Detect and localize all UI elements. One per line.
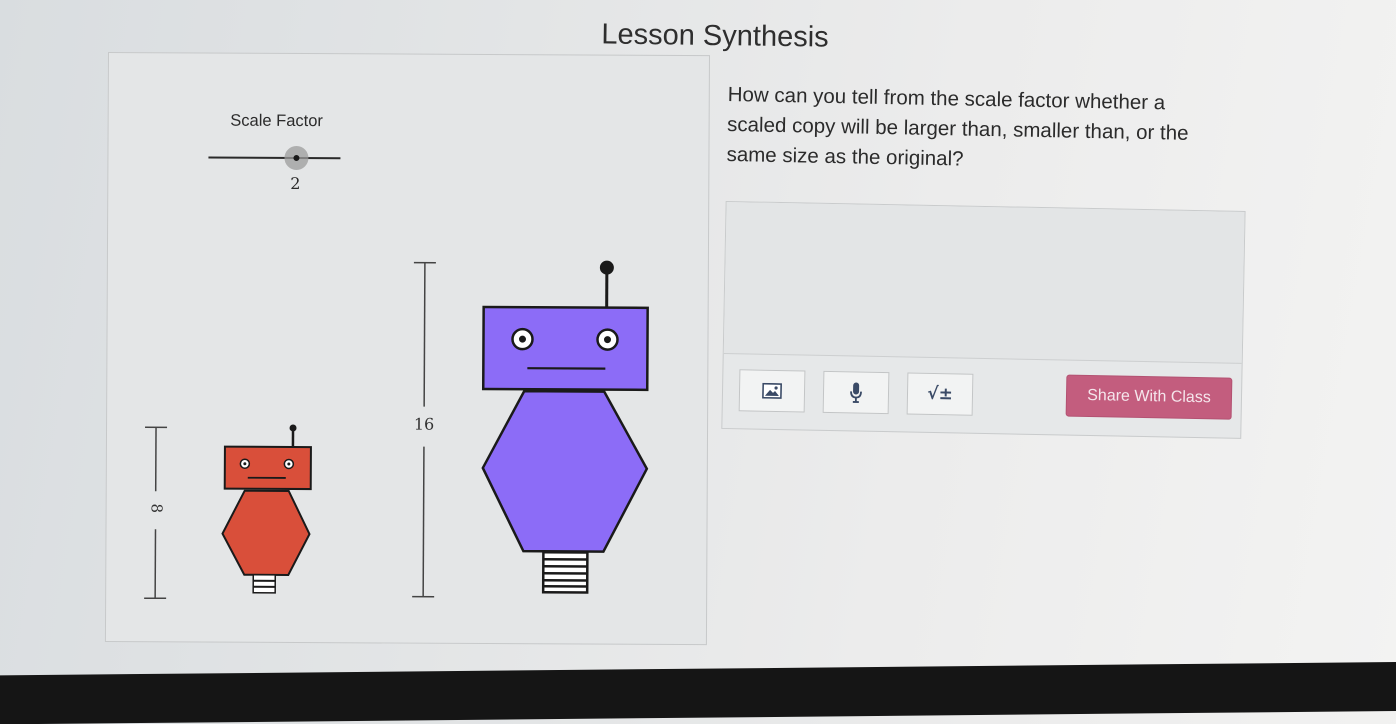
math-icon: √±	[927, 384, 953, 404]
voice-input-button[interactable]	[823, 371, 890, 414]
image-icon	[762, 383, 782, 399]
slider-track[interactable]	[208, 158, 340, 159]
graph-canvas: Scale Factor 2 8 16	[106, 53, 711, 646]
response-input[interactable]	[724, 202, 1245, 364]
question-prompt: How can you tell from the scale factor w…	[726, 80, 1228, 180]
slider-value: 2	[290, 174, 300, 193]
large-height-line-bottom	[423, 447, 424, 597]
original-robot	[222, 424, 311, 593]
share-with-class-button[interactable]: Share With Class	[1066, 375, 1233, 420]
small-height-label: 8	[148, 503, 166, 513]
screen-bezel	[0, 662, 1396, 724]
slider-handle-dot	[293, 155, 299, 161]
graph-panel: Scale Factor 2 8 16	[105, 52, 710, 645]
slider-label: Scale Factor	[230, 112, 323, 130]
microphone-icon	[849, 381, 863, 403]
response-box: √± Share With Class	[721, 201, 1245, 439]
scaled-robot	[482, 260, 648, 593]
large-height-label: 16	[414, 415, 434, 434]
question-column: How can you tell from the scale factor w…	[721, 80, 1260, 439]
large-height-line-top	[424, 263, 425, 407]
insert-image-button[interactable]	[739, 369, 806, 412]
math-input-button[interactable]: √±	[907, 372, 974, 415]
